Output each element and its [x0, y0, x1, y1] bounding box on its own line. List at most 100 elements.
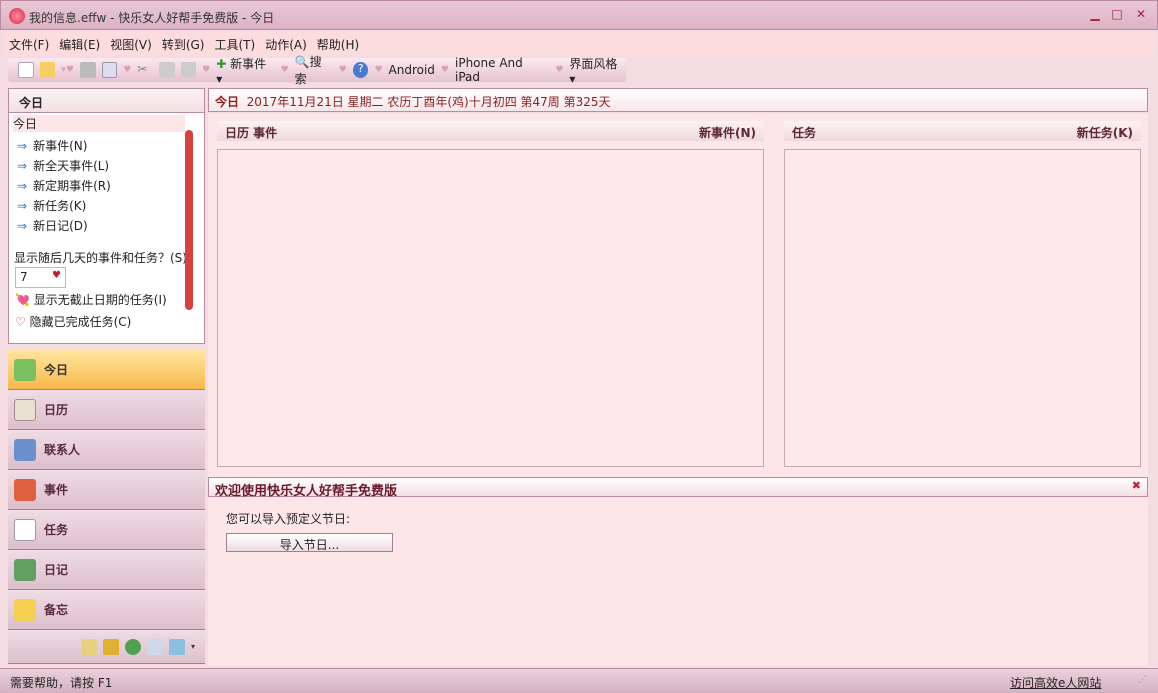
arrow-icon: ⇒ [17, 159, 28, 173]
menu-goto[interactable]: 转到(G) [157, 32, 210, 57]
maximize-button[interactable]: □ [1107, 7, 1127, 23]
calendar-events-column: 日历 事件 新事件(N) [217, 121, 764, 467]
show-days-label: 显示随后几天的事件和任务？(S) [14, 251, 187, 265]
close-button[interactable]: ✕ [1131, 7, 1151, 23]
action-new-allday-event[interactable]: ⇒ 新全天事件(L) [17, 157, 109, 174]
new-task-link[interactable]: 新任务(K) [1077, 124, 1133, 140]
menu-tools[interactable]: 工具(T) [209, 32, 260, 57]
heart-icon: ♡ [15, 315, 26, 329]
nav-label: 备忘 [44, 603, 69, 617]
hide-completed-toggle[interactable]: ♡ 隐藏已完成任务(C) [15, 313, 131, 330]
toggle-label: 隐藏已完成任务(C) [29, 315, 132, 329]
open-folder-icon[interactable] [39, 62, 56, 78]
search-button[interactable]: 🔍搜索 [295, 53, 333, 87]
minimize-button[interactable]: ▁ [1085, 7, 1105, 23]
today-panel: 今日 今日 ⇒ 新事件(N) ⇒ 新全天事件(L) ⇒ 新定期事件(R) ⇒ 新任务(K… [8, 88, 205, 344]
today-bar: 今日 2017年11月21日 星期二 农历丁酉年(鸡)十月初四 第47周 第32… [208, 88, 1148, 112]
days-select[interactable]: 7 ♥ [15, 267, 66, 288]
status-help-text: 需要帮助，请按 F1 [10, 676, 113, 690]
key-icon[interactable] [102, 638, 119, 655]
plus-icon: ✚ [216, 56, 227, 71]
nav-today[interactable]: 今日 [8, 350, 205, 390]
title-bar: 我的信息.effw - 快乐女人好帮手免费版 - 今日 ▁ □ ✕ [0, 0, 1158, 30]
nav-calendar[interactable]: 日历 [8, 390, 205, 430]
new-event-link[interactable]: 新事件(N) [699, 124, 756, 140]
nav-label: 日记 [44, 563, 69, 577]
print-preview-icon[interactable] [101, 62, 118, 78]
action-label: 新全天事件(L) [33, 159, 110, 173]
action-label: 新日记(D) [33, 219, 88, 233]
today-bar-label: 今日 [215, 95, 240, 109]
window-title: 我的信息.effw - 快乐女人好帮手免费版 - 今日 [29, 11, 275, 25]
new-event-label: 新事件 [230, 56, 267, 71]
close-welcome-icon[interactable]: ✖ [1132, 479, 1141, 492]
globe-icon[interactable] [124, 638, 141, 655]
action-new-recurring-event[interactable]: ⇒ 新定期事件(R) [17, 177, 111, 194]
nav-contacts[interactable]: 联系人 [8, 430, 205, 470]
visit-website-link[interactable]: 访问高效e人网站 [1010, 674, 1101, 691]
android-button[interactable]: Android [389, 63, 435, 77]
calendar-column-title: 日历 事件 [225, 126, 278, 140]
nav-pane: 今日 日历 联系人 事件 任务 日记 备忘 ▾ [8, 350, 205, 664]
new-event-button[interactable]: ✚ 新事件 ▾ [216, 55, 274, 86]
nav-events[interactable]: 事件 [8, 470, 205, 510]
action-new-task[interactable]: ⇒ 新任务(K) [17, 197, 86, 214]
menu-file[interactable]: 文件(F) [4, 32, 54, 57]
toolbar: ▾♥ ♥ ✂ ♥ ✚ 新事件 ▾ ♥ 🔍搜索 ♥ ? ♥ Android ♥ iPhon… [8, 55, 626, 86]
toggle-label: 显示无截止日期的任务(I) [33, 293, 167, 307]
nav-label: 日历 [44, 403, 69, 417]
tasks-column: 任务 新任务(K) [784, 121, 1141, 467]
tasks-column-title: 任务 [792, 126, 817, 140]
cut-icon[interactable]: ✂ [137, 62, 153, 78]
arrow-icon: ⇒ [17, 199, 28, 213]
status-bar: 需要帮助，请按 F1 访问高效e人网站 ⋰ [0, 668, 1158, 693]
tasks-list[interactable] [784, 149, 1141, 467]
search-icon[interactable] [146, 638, 163, 655]
show-no-deadline-toggle[interactable]: 💘 显示无截止日期的任务(I) [15, 291, 167, 308]
search-icon: 🔍 [294, 55, 310, 69]
action-new-diary[interactable]: ⇒ 新日记(D) [17, 217, 88, 234]
copy-icon[interactable] [158, 62, 175, 78]
welcome-text: 您可以导入预定义节日: [226, 512, 351, 526]
paste-icon[interactable] [180, 62, 197, 78]
home-icon [14, 358, 36, 381]
nav-label: 任务 [44, 523, 69, 537]
recycle-bin-icon[interactable] [168, 638, 185, 655]
nav-label: 联系人 [44, 443, 81, 457]
resize-grip-icon[interactable]: ⋰ [1138, 675, 1147, 685]
import-holidays-button[interactable]: 导入节日... [226, 533, 393, 552]
more-icon[interactable]: ▾ [191, 642, 195, 651]
contacts-icon [14, 438, 36, 461]
nav-tasks[interactable]: 任务 [8, 510, 205, 550]
nav-label: 事件 [44, 483, 69, 497]
arrow-icon: ⇒ [17, 219, 28, 233]
nav-label: 今日 [44, 363, 69, 377]
menu-edit[interactable]: 编辑(E) [54, 32, 105, 57]
calendar-column-header: 日历 事件 新事件(N) [217, 121, 764, 141]
calendar-events-list[interactable] [217, 149, 764, 467]
today-date: 2017年11月21日 星期二 农历丁酉年(鸡)十月初四 第47周 第325天 [246, 95, 611, 109]
new-file-icon[interactable] [18, 62, 34, 78]
days-value: 7 [20, 270, 28, 284]
iphone-button[interactable]: iPhone And iPad [455, 56, 549, 84]
action-new-event[interactable]: ⇒ 新事件(N) [17, 137, 87, 154]
scroll-thumb[interactable] [185, 130, 193, 310]
print-icon[interactable] [79, 62, 96, 78]
nav-notes[interactable]: 备忘 [8, 590, 205, 630]
theme-button[interactable]: 界面风格 ▾ [569, 55, 626, 86]
nav-diary[interactable]: 日记 [8, 550, 205, 590]
menu-view[interactable]: 视图(V) [105, 32, 157, 57]
action-label: 新事件(N) [33, 139, 88, 153]
welcome-header: 欢迎使用快乐女人好帮手免费版 ✖ [208, 477, 1148, 499]
clipboard-icon[interactable] [80, 638, 97, 655]
action-label: 新任务(K) [33, 199, 87, 213]
help-icon[interactable]: ? [352, 62, 369, 78]
arrow-icon: ⇒ [17, 179, 28, 193]
scrollbar[interactable] [182, 115, 196, 343]
theme-label: 界面风格 [569, 56, 618, 71]
notes-icon [14, 598, 36, 621]
action-label: 新定期事件(R) [33, 179, 111, 193]
events-icon [14, 478, 36, 501]
menu-bar: 文件(F) 编辑(E) 视图(V) 转到(G) 工具(T) 动作(A) 帮助(H) [4, 32, 1154, 56]
welcome-title: 欢迎使用快乐女人好帮手免费版 [215, 484, 398, 499]
